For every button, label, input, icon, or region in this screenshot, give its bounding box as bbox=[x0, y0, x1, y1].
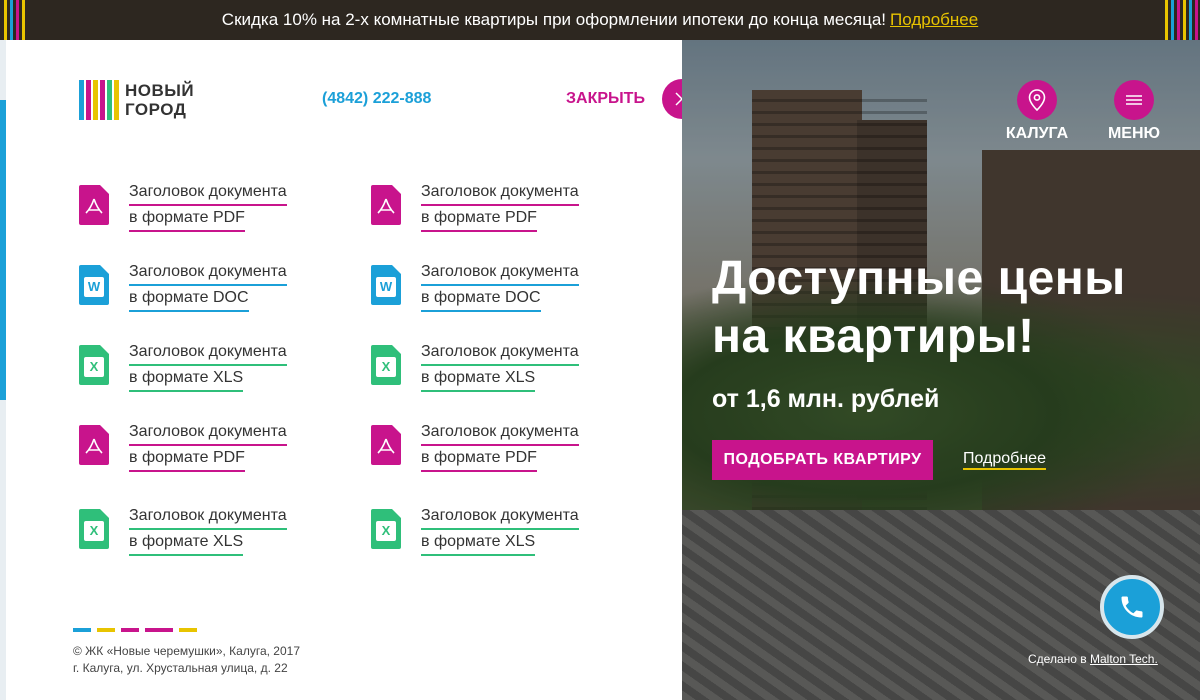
excel-file-icon: X bbox=[79, 509, 109, 549]
document-link[interactable]: X Заголовок документа в формате XLS bbox=[79, 504, 339, 564]
pdf-file-icon bbox=[79, 185, 109, 225]
hero-section: КАЛУГА МЕНЮ Доступные цены на квартиры! … bbox=[682, 40, 1200, 700]
city-button[interactable] bbox=[1017, 80, 1057, 120]
logo[interactable]: НОВЫЙ ГОРОД bbox=[79, 80, 194, 120]
document-title[interactable]: Заголовок документа в формате XLS bbox=[129, 340, 287, 400]
location-pin-icon bbox=[1028, 89, 1046, 111]
document-link[interactable]: W Заголовок документа в формате DOC bbox=[79, 260, 339, 320]
hamburger-icon bbox=[1126, 95, 1142, 105]
document-title[interactable]: Заголовок документа в формате PDF bbox=[421, 180, 579, 240]
document-link[interactable]: Заголовок документа в формате PDF bbox=[371, 420, 631, 480]
document-title[interactable]: Заголовок документа в формате DOC bbox=[129, 260, 287, 320]
document-link[interactable]: X Заголовок документа в формате XLS bbox=[371, 504, 631, 564]
menu-label[interactable]: МЕНЮ bbox=[1089, 125, 1179, 143]
banner-stripes-left bbox=[4, 0, 25, 40]
excel-file-icon: X bbox=[371, 345, 401, 385]
credit-prefix: Сделано в bbox=[1028, 652, 1087, 666]
word-file-icon: W bbox=[371, 265, 401, 305]
call-button[interactable] bbox=[1100, 575, 1164, 639]
document-title[interactable]: Заголовок документа в формате XLS bbox=[129, 504, 287, 564]
choose-apartment-button[interactable]: ПОДОБРАТЬ КВАРТИРУ bbox=[712, 440, 933, 480]
logo-mark-icon bbox=[79, 80, 119, 120]
excel-file-icon: X bbox=[371, 509, 401, 549]
document-link[interactable]: X Заголовок документа в формате XLS bbox=[371, 340, 631, 400]
phone-icon bbox=[1121, 596, 1143, 618]
logo-text: НОВЫЙ ГОРОД bbox=[125, 81, 195, 119]
promo-banner: Скидка 10% на 2-х комнатные квартиры при… bbox=[0, 0, 1200, 40]
banner-stripes-right bbox=[1165, 0, 1198, 40]
credit-link[interactable]: Malton Tech. bbox=[1090, 652, 1158, 666]
city-label[interactable]: КАЛУГА bbox=[992, 125, 1082, 143]
footer-line-2: г. Калуга, ул. Хрустальная улица, д. 22 bbox=[73, 661, 288, 675]
pdf-file-icon bbox=[79, 425, 109, 465]
document-title[interactable]: Заголовок документа в формате XLS bbox=[421, 504, 579, 564]
document-title[interactable]: Заголовок документа в формате DOC bbox=[421, 260, 579, 320]
phone-number[interactable]: (4842) 222-888 bbox=[322, 90, 431, 108]
document-title[interactable]: Заголовок документа в формате XLS bbox=[421, 340, 579, 400]
document-title[interactable]: Заголовок документа в формате PDF bbox=[421, 420, 579, 480]
banner-more-link[interactable]: Подробнее bbox=[890, 10, 978, 30]
pdf-file-icon bbox=[371, 425, 401, 465]
close-label[interactable]: ЗАКРЫТЬ bbox=[566, 90, 645, 108]
footer-line-1: © ЖК «Новые черемушки», Калуга, 2017 bbox=[73, 644, 300, 658]
document-title[interactable]: Заголовок документа в формате PDF bbox=[129, 420, 287, 480]
hero-price: от 1,6 млн. рублей bbox=[712, 385, 940, 413]
footer-color-lines bbox=[73, 628, 197, 632]
excel-file-icon: X bbox=[79, 345, 109, 385]
menu-button[interactable] bbox=[1114, 80, 1154, 120]
document-link[interactable]: Заголовок документа в формате PDF bbox=[79, 180, 339, 240]
pdf-file-icon bbox=[371, 185, 401, 225]
document-link[interactable]: W Заголовок документа в формате DOC bbox=[371, 260, 631, 320]
hero-more-link[interactable]: Подробнее bbox=[963, 450, 1046, 470]
credit: Сделано в Malton Tech. bbox=[1028, 652, 1158, 666]
hero-headline: Доступные цены на квартиры! bbox=[712, 252, 1126, 363]
document-link[interactable]: Заголовок документа в формате PDF bbox=[79, 420, 339, 480]
footer-copyright: © ЖК «Новые черемушки», Калуга, 2017 г. … bbox=[73, 643, 300, 677]
document-link[interactable]: X Заголовок документа в формате XLS bbox=[79, 340, 339, 400]
word-file-icon: W bbox=[79, 265, 109, 305]
document-title[interactable]: Заголовок документа в формате PDF bbox=[129, 180, 287, 240]
banner-text: Скидка 10% на 2-х комнатные квартиры при… bbox=[221, 10, 887, 29]
documents-panel: НОВЫЙ ГОРОД (4842) 222-888 ЗАКРЫТЬ Загол… bbox=[6, 40, 702, 700]
document-link[interactable]: Заголовок документа в формате PDF bbox=[371, 180, 631, 240]
